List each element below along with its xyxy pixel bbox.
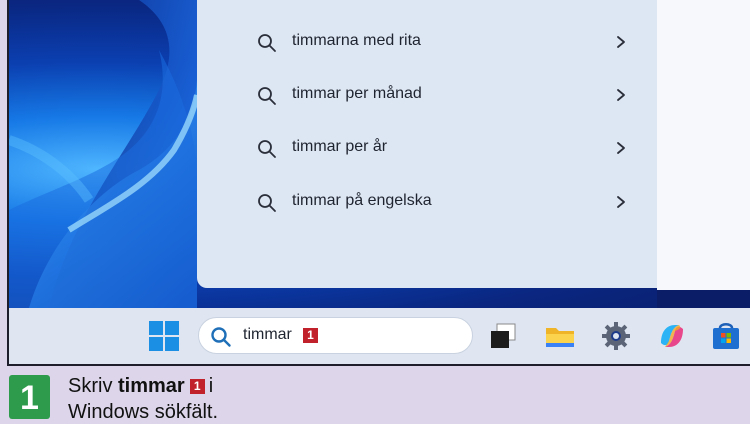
chevron-right-icon — [617, 89, 625, 101]
taskbar: timmar 1 — [9, 308, 750, 364]
suggestion-label: timmar per månad — [292, 85, 422, 102]
chevron-right-icon — [617, 142, 625, 154]
right-side-panel — [657, 0, 750, 290]
chevron-right-icon — [617, 196, 625, 208]
desktop-screen: timmarna med rita timmar per månad timma… — [7, 0, 750, 366]
caption-suffix: i — [208, 375, 214, 397]
search-icon — [258, 34, 276, 52]
taskbar-search-box[interactable]: timmar 1 — [198, 317, 473, 354]
instruction-caption: 1 Skriv timmar 1 i Windows sökfält. — [0, 366, 750, 423]
microsoft-store-icon[interactable] — [709, 319, 743, 353]
caption-prefix: Skriv — [68, 375, 113, 397]
file-explorer-icon[interactable] — [543, 319, 577, 353]
suggestion-item[interactable]: timmarna med rita — [197, 20, 657, 64]
suggestion-label: timmarna med rita — [292, 32, 421, 49]
step-number-badge: 1 — [9, 375, 50, 419]
search-icon — [258, 140, 276, 158]
suggestion-label: timmar per år — [292, 138, 388, 155]
suggestion-item[interactable]: timmar på engelska — [197, 180, 657, 224]
copilot-icon[interactable] — [655, 319, 689, 353]
task-view-icon[interactable] — [487, 319, 521, 353]
search-icon — [258, 194, 276, 212]
search-icon — [211, 327, 231, 347]
step-badge: 1 — [303, 328, 318, 343]
windows-start-icon[interactable] — [148, 320, 180, 352]
caption-line-1: Skriv timmar 1 i — [68, 375, 213, 398]
suggestion-item[interactable]: timmar per år — [197, 126, 657, 170]
search-query-text: timmar — [243, 326, 292, 343]
suggestion-label: timmar på engelska — [292, 192, 432, 209]
settings-gear-icon[interactable] — [599, 319, 633, 353]
search-icon — [258, 87, 276, 105]
chevron-right-icon — [617, 36, 625, 48]
suggestion-item[interactable]: timmar per månad — [197, 73, 657, 117]
caption-keyword: timmar — [118, 375, 185, 397]
search-suggestions-panel: timmarna med rita timmar per månad timma… — [197, 0, 657, 288]
step-badge: 1 — [189, 379, 205, 394]
